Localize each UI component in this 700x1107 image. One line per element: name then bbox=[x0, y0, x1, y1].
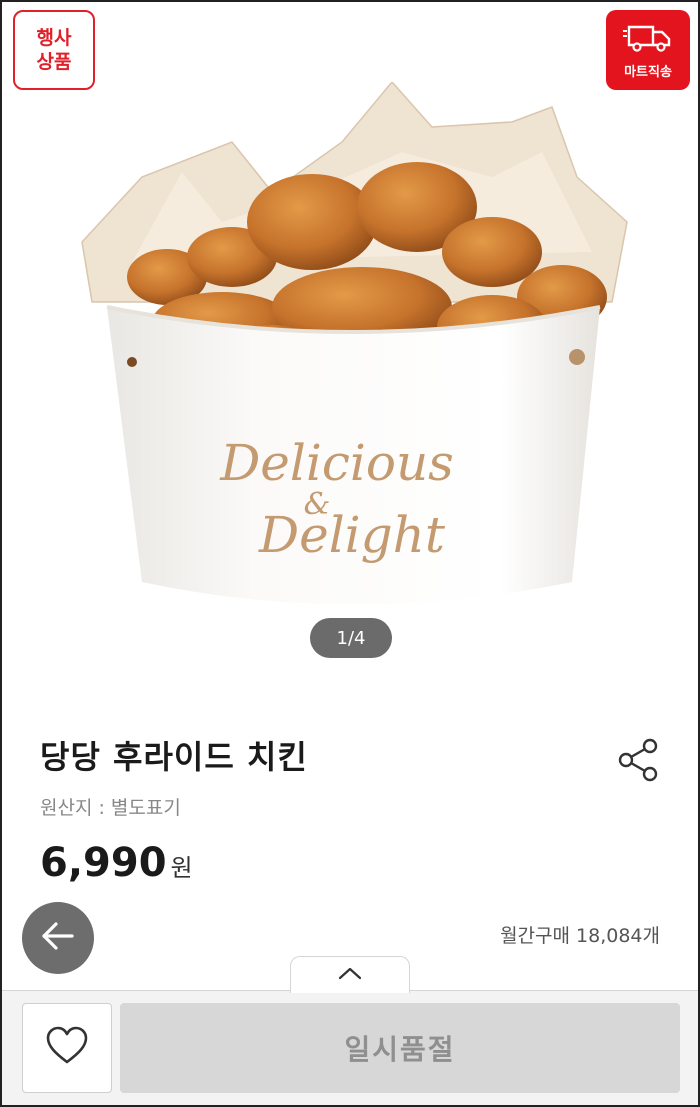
image-pager-indicator: 1/4 bbox=[310, 618, 392, 658]
truck-icon bbox=[623, 21, 673, 57]
back-button[interactable] bbox=[22, 902, 94, 974]
svg-text:Delight: Delight bbox=[258, 506, 446, 564]
svg-text:Delicious: Delicious bbox=[219, 434, 454, 492]
origin-info: 원산지 : 별도표기 bbox=[40, 797, 181, 819]
share-icon[interactable] bbox=[612, 734, 664, 786]
expand-options-tab[interactable] bbox=[290, 956, 410, 993]
soldout-button[interactable]: 일시품절 bbox=[120, 1003, 680, 1093]
heart-icon bbox=[45, 1026, 89, 1070]
product-title: 당당 후라이드 치킨 bbox=[40, 738, 308, 776]
price-value: 6,990 bbox=[40, 840, 167, 886]
event-badge-line1: 행사 bbox=[36, 27, 72, 49]
monthly-purchase-count: 월간구매 18,084개 bbox=[500, 925, 660, 947]
chicken-bucket-image: Delicious & Delight bbox=[72, 80, 632, 622]
chevron-up-icon bbox=[337, 965, 363, 985]
wishlist-button[interactable] bbox=[22, 1003, 112, 1093]
back-arrow-icon bbox=[38, 916, 78, 960]
price-currency: 원 bbox=[170, 854, 193, 882]
product-image-carousel[interactable]: Delicious & Delight 행사 상품 마트직송 1/4 bbox=[2, 2, 698, 682]
price: 6,990 원 bbox=[40, 840, 193, 886]
event-product-badge: 행사 상품 bbox=[13, 10, 95, 90]
event-badge-line2: 상품 bbox=[36, 51, 72, 73]
delivery-badge-label: 마트직송 bbox=[624, 64, 672, 80]
bottom-action-bar: 일시품절 bbox=[2, 990, 698, 1106]
mart-delivery-badge: 마트직송 bbox=[606, 10, 690, 90]
